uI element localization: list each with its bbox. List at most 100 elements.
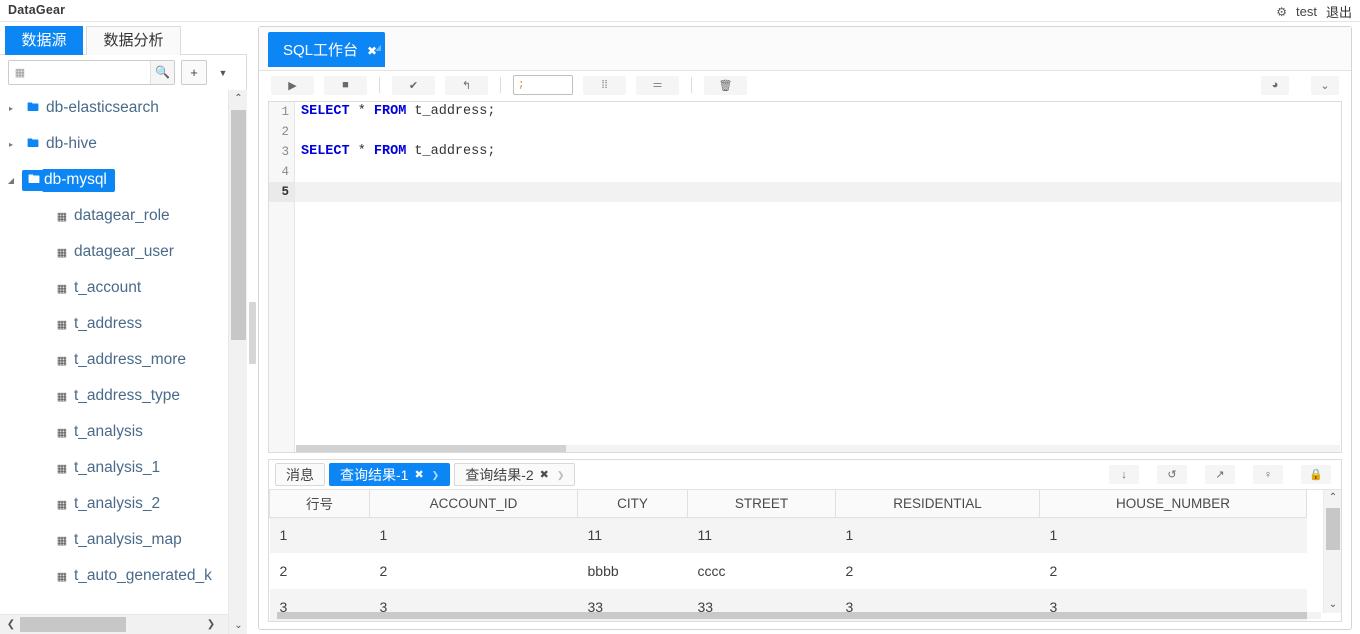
search-icon[interactable]: 🔍 bbox=[150, 61, 174, 84]
delimiter-input[interactable] bbox=[513, 75, 573, 95]
rollback-button[interactable]: ↰ bbox=[445, 75, 488, 95]
sidebar-vscroll-thumb[interactable] bbox=[231, 110, 246, 340]
tree-node-label: db-mysql bbox=[42, 168, 115, 192]
sql-keyword: SELECT bbox=[301, 104, 350, 119]
editor-horizontal-scrollbar[interactable] bbox=[296, 445, 1340, 452]
scroll-up-icon[interactable]: ⌃ bbox=[1324, 490, 1342, 506]
grid-vertical-scrollbar[interactable]: ⌃ ⌄ bbox=[1323, 490, 1341, 613]
search-input[interactable] bbox=[31, 62, 150, 83]
close-icon[interactable]: ✖ bbox=[540, 464, 549, 486]
sidebar-tabs: 数据源 数据分析 bbox=[0, 22, 247, 55]
sidebar: 数据源 数据分析 ▦ 🔍 + ▼ ▸ 🖿 db-elasticsearch ▸ 🖿 db-… bbox=[0, 22, 247, 634]
editor-line[interactable] bbox=[295, 182, 1341, 202]
clear-button[interactable]: 🗑 bbox=[704, 75, 747, 95]
tab-datasource[interactable]: 数据源 bbox=[5, 26, 83, 55]
tree-node[interactable]: ▦ t_address_type bbox=[0, 378, 228, 414]
editor-code-area[interactable]: SELECT * FROM t_address; SELECT * FROM t… bbox=[295, 102, 1341, 452]
export-icon[interactable]: ↓ bbox=[1109, 465, 1139, 484]
sidebar-horizontal-scrollbar[interactable]: ❮ ❯ bbox=[0, 614, 228, 634]
equals-button[interactable]: ＝ bbox=[636, 75, 679, 95]
result-tab[interactable]: 查询结果-1 ✖ ❯ bbox=[329, 463, 451, 486]
column-header[interactable]: CITY bbox=[577, 490, 688, 518]
scroll-right-icon[interactable]: ❯ bbox=[202, 615, 220, 634]
scroll-down-icon[interactable]: ⌄ bbox=[1324, 597, 1342, 613]
tree-node[interactable]: ▦ datagear_user bbox=[0, 234, 228, 270]
results-tools: ↓ ↺ ↗ ♀ 🔒 bbox=[1091, 465, 1341, 484]
tree-node[interactable]: ▦ t_analysis_1 bbox=[0, 450, 228, 486]
chevron-right-icon[interactable]: ▸ bbox=[0, 140, 22, 149]
grid-hscroll-thumb[interactable] bbox=[277, 612, 1307, 619]
tree-node[interactable]: ▦ datagear_role bbox=[0, 198, 228, 234]
stop-button[interactable]: ■ bbox=[324, 75, 367, 95]
column-header[interactable]: RESIDENTIAL bbox=[835, 490, 1040, 518]
editor-line-number: 5 bbox=[269, 182, 294, 202]
run-button[interactable]: ▶ bbox=[271, 75, 314, 95]
tree-node[interactable]: ▦ t_analysis_map bbox=[0, 522, 228, 558]
scroll-down-icon[interactable]: ⌄ bbox=[229, 617, 248, 634]
column-header[interactable]: HOUSE_NUMBER bbox=[1039, 490, 1307, 518]
tree-node[interactable]: ▦ t_analysis_2 bbox=[0, 486, 228, 522]
table-cell: 11 bbox=[577, 517, 688, 553]
lock-icon[interactable]: 🔒 bbox=[1301, 465, 1331, 484]
expand-icon[interactable]: ↗ bbox=[1205, 465, 1235, 484]
tree-node[interactable]: ▦ t_address bbox=[0, 306, 228, 342]
commit-button[interactable]: ✔ bbox=[392, 75, 435, 95]
editor-line[interactable] bbox=[295, 162, 1341, 182]
table-row[interactable]: 1 1 11 11 1 1 bbox=[269, 517, 1307, 553]
add-datasource-button[interactable]: + bbox=[181, 60, 207, 85]
resize-handle-icon: ◢ bbox=[374, 43, 382, 52]
table-icon: ▦ bbox=[56, 246, 68, 259]
lightbulb-icon[interactable]: ♀ bbox=[1253, 465, 1283, 484]
tab-sql-workbench[interactable]: SQL工作台 ✖ ◢ bbox=[268, 32, 386, 67]
datasource-tree: ▸ 🖿 db-elasticsearch ▸ 🖿 db-hive ◢ 🖿 db-mysql ▦ da… bbox=[0, 90, 228, 618]
editor-hscroll-thumb[interactable] bbox=[296, 445, 566, 452]
editor-line-number: 2 bbox=[281, 125, 289, 139]
close-icon[interactable]: ✖ bbox=[414, 464, 423, 486]
column-header[interactable]: 行号 bbox=[269, 490, 370, 518]
editor-line[interactable] bbox=[295, 122, 1341, 142]
results-panel: 消息 查询结果-1 ✖ ❯ 查询结果-2 ✖ ❯ ↓ ↺ ↗ ♀ 🔒 行号 ACCOUNT_ID CITY… bbox=[268, 459, 1342, 622]
format-sql-button[interactable]: ⁞⁞ bbox=[583, 75, 626, 95]
tab-data-analysis[interactable]: 数据分析 bbox=[86, 26, 181, 55]
table-cell: cccc bbox=[687, 553, 836, 589]
column-header[interactable]: STREET bbox=[687, 490, 836, 518]
sidebar-vertical-scrollbar[interactable]: ⌃ ⌄ bbox=[228, 90, 247, 634]
chevron-right-icon[interactable]: ❯ bbox=[557, 464, 565, 486]
sidebar-hscroll-thumb[interactable] bbox=[20, 617, 126, 632]
folder-icon: 🖿 bbox=[26, 99, 39, 114]
panel-splitter[interactable] bbox=[247, 22, 258, 634]
result-tab[interactable]: 消息 bbox=[275, 463, 325, 486]
table-icon: ▦ bbox=[56, 390, 68, 403]
splitter-grip[interactable] bbox=[249, 302, 256, 364]
scroll-left-icon[interactable]: ❮ bbox=[2, 615, 20, 634]
chevron-right-icon[interactable]: ❯ bbox=[432, 464, 440, 486]
scroll-up-icon[interactable]: ⌃ bbox=[229, 90, 248, 107]
gear-icon[interactable]: ⚙ bbox=[1276, 5, 1287, 19]
chevron-down-icon[interactable]: ⌄ bbox=[1311, 75, 1339, 95]
sql-text: t_address; bbox=[406, 104, 496, 119]
editor-line[interactable]: SELECT * FROM t_address; bbox=[295, 102, 1341, 122]
refresh-icon[interactable]: ↺ bbox=[1157, 465, 1187, 484]
tree-node[interactable]: ▸ 🖿 db-hive bbox=[0, 126, 228, 162]
column-header[interactable]: ACCOUNT_ID bbox=[369, 490, 578, 518]
chevron-down-icon[interactable]: ◢ bbox=[0, 176, 22, 185]
editor-line[interactable]: SELECT * FROM t_address; bbox=[295, 142, 1341, 162]
tree-node-label: t_analysis_map bbox=[74, 531, 182, 548]
datasource-tree-panel: ▸ 🖿 db-elasticsearch ▸ 🖿 db-hive ◢ 🖿 db-mysql ▦ da… bbox=[0, 90, 247, 634]
grid-horizontal-scrollbar[interactable] bbox=[277, 612, 1321, 619]
sidebar-search-row: ▦ 🔍 + ▼ bbox=[0, 55, 247, 90]
tree-node[interactable]: ▦ t_address_more bbox=[0, 342, 228, 378]
tree-node[interactable]: ◢ 🖿 db-mysql bbox=[0, 162, 228, 198]
sql-editor[interactable]: 1 2 3 4 5 SELECT * FROM t_address; SELECT * … bbox=[268, 101, 1342, 453]
grid-vscroll-thumb[interactable] bbox=[1326, 508, 1340, 550]
history-icon[interactable]: ◕ bbox=[1261, 75, 1289, 95]
result-tab[interactable]: 查询结果-2 ✖ ❯ bbox=[454, 463, 576, 486]
tree-node[interactable]: ▦ t_analysis bbox=[0, 414, 228, 450]
tree-node[interactable]: ▸ 🖿 db-elasticsearch bbox=[0, 90, 228, 126]
tree-node[interactable]: ▦ t_auto_generated_k bbox=[0, 558, 228, 594]
chevron-right-icon[interactable]: ▸ bbox=[0, 104, 22, 113]
tree-node[interactable]: ▦ t_account bbox=[0, 270, 228, 306]
chevron-down-icon[interactable]: ▼ bbox=[213, 60, 233, 85]
logout-link[interactable]: 退出 bbox=[1326, 2, 1352, 21]
table-row[interactable]: 2 2 bbbb cccc 2 2 bbox=[269, 553, 1307, 589]
